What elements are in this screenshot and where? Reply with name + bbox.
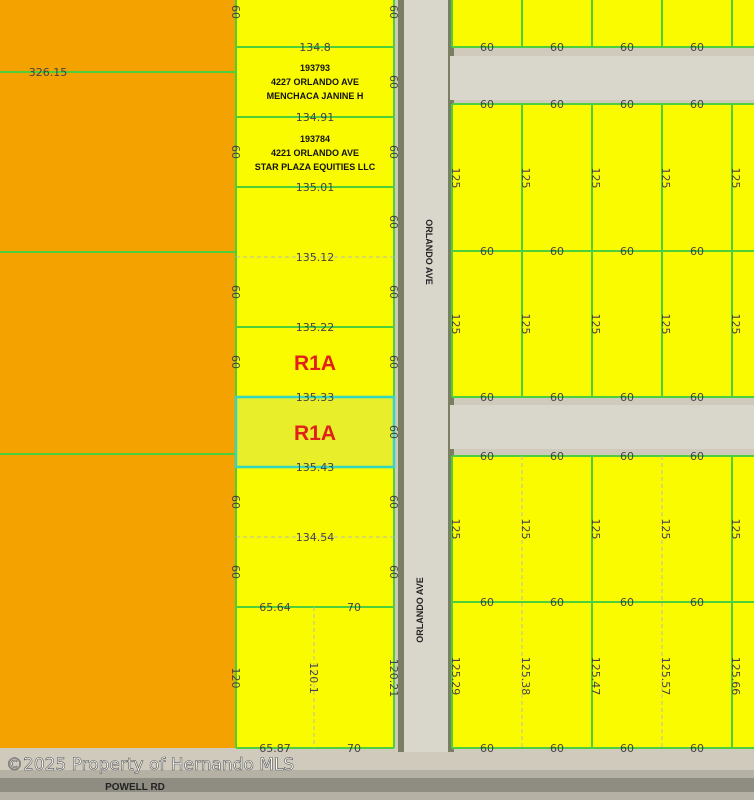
lot-depth: 125 [729, 314, 742, 335]
lot-width: 135.43 [296, 461, 335, 474]
lot-width: 70 [347, 742, 361, 755]
lot-width: 60 [550, 391, 564, 404]
large-parcel[interactable] [0, 0, 236, 748]
street-label-orlando: ORLANDO AVE [415, 577, 425, 643]
lot-width: 135.33 [296, 391, 335, 404]
orlando-ave-road [402, 0, 450, 752]
lot-width: 60 [480, 596, 494, 609]
lot-width: 60 [620, 391, 634, 404]
map-canvas: 326.15 134.8 134.91 135.01 135.12 135.22… [0, 0, 754, 800]
cross-street [450, 56, 754, 100]
lot-width: 65.87 [259, 742, 291, 755]
lot-width: 60 [690, 41, 704, 54]
lot-width: 70 [347, 601, 361, 614]
lot-width: 134.54 [296, 531, 335, 544]
lot-depth: 125 [519, 314, 532, 335]
zone-label: R1A [294, 352, 336, 375]
lot-width: 134.91 [296, 111, 335, 124]
owner-name: STAR PLAZA EQUITIES LLC [255, 162, 376, 172]
lot-depth: 125 [589, 168, 602, 189]
owner-name: MENCHACA JANINE H [267, 91, 364, 101]
lot-depth: 125 [729, 519, 742, 540]
lot-width: 60 [480, 98, 494, 111]
lot-width: 60 [620, 742, 634, 755]
lot-width: 60 [690, 98, 704, 111]
lot-depth: 125 [519, 168, 532, 189]
lot-width: 60 [480, 391, 494, 404]
lot-width: 135.01 [296, 181, 335, 194]
lot-depth: 60 [229, 285, 242, 299]
lot-width: 60 [620, 98, 634, 111]
owner-address: 4227 ORLANDO AVE [271, 77, 359, 87]
lot-depth: 125.29 [449, 657, 462, 696]
parcel-map[interactable]: 326.15 134.8 134.91 135.01 135.12 135.22… [0, 0, 754, 800]
lot-width: 60 [550, 596, 564, 609]
large-parcel-dim: 326.15 [29, 66, 68, 79]
lot-depth: 125.57 [659, 657, 672, 696]
lot-depth: 125.47 [589, 657, 602, 696]
owner-address: 4221 ORLANDO AVE [271, 148, 359, 158]
lot-depth: 125 [449, 519, 462, 540]
street-label-orlando: ORLANDO AVE [424, 219, 434, 285]
lot-depth: 125 [659, 519, 672, 540]
lot-width: 60 [550, 41, 564, 54]
lot-width: 60 [480, 41, 494, 54]
lot-width: 60 [620, 596, 634, 609]
lot-depth: 125 [589, 519, 602, 540]
lot-width: 60 [550, 245, 564, 258]
copyright-watermark: ©2025 Property of Hernando MLS [6, 755, 294, 775]
lot-width: 60 [690, 742, 704, 755]
street-label-powell: POWELL RD [105, 782, 165, 793]
lot-depth: 60 [229, 495, 242, 509]
owner-parcel-id: 193793 [300, 63, 330, 73]
cross-street [450, 405, 754, 449]
lot-width: 65.64 [259, 601, 291, 614]
lot-depth: 125 [449, 168, 462, 189]
lot-width: 60 [620, 450, 634, 463]
zone-label-selected: R1A [294, 422, 336, 445]
lot-depth: 125 [519, 519, 532, 540]
lot-width: 60 [620, 41, 634, 54]
lot-depth: 120 [229, 668, 242, 689]
lot-width: 60 [550, 742, 564, 755]
lot-width: 60 [480, 742, 494, 755]
lot-width: 135.12 [296, 251, 335, 264]
lot-width: 60 [550, 450, 564, 463]
lot-width: 60 [620, 245, 634, 258]
lot-depth: 125.66 [729, 657, 742, 696]
lot-depth: 125 [659, 314, 672, 335]
lot-width: 135.22 [296, 321, 335, 334]
lot-width: 60 [480, 245, 494, 258]
lot-depth: 125 [659, 168, 672, 189]
lot-depth: 60 [229, 565, 242, 579]
lot-depth: 60 [229, 355, 242, 369]
lot-width: 134.8 [299, 41, 331, 54]
lot-depth: 60 [229, 145, 242, 159]
lot-width: 60 [690, 245, 704, 258]
lot-width: 60 [690, 391, 704, 404]
lot-width: 60 [550, 98, 564, 111]
lot-width: 60 [480, 450, 494, 463]
lot-width: 60 [690, 596, 704, 609]
owner-parcel-id: 193784 [300, 134, 330, 144]
lot-depth: 125.38 [519, 657, 532, 696]
road-shoulder [398, 0, 404, 752]
lot-depth: 125 [729, 168, 742, 189]
east-block-top [452, 0, 754, 47]
lot-depth: 120.1 [307, 662, 320, 694]
lot-depth: 60 [229, 5, 242, 19]
lot-width: 60 [690, 450, 704, 463]
lot-depth: 125 [449, 314, 462, 335]
lot-depth: 125 [589, 314, 602, 335]
